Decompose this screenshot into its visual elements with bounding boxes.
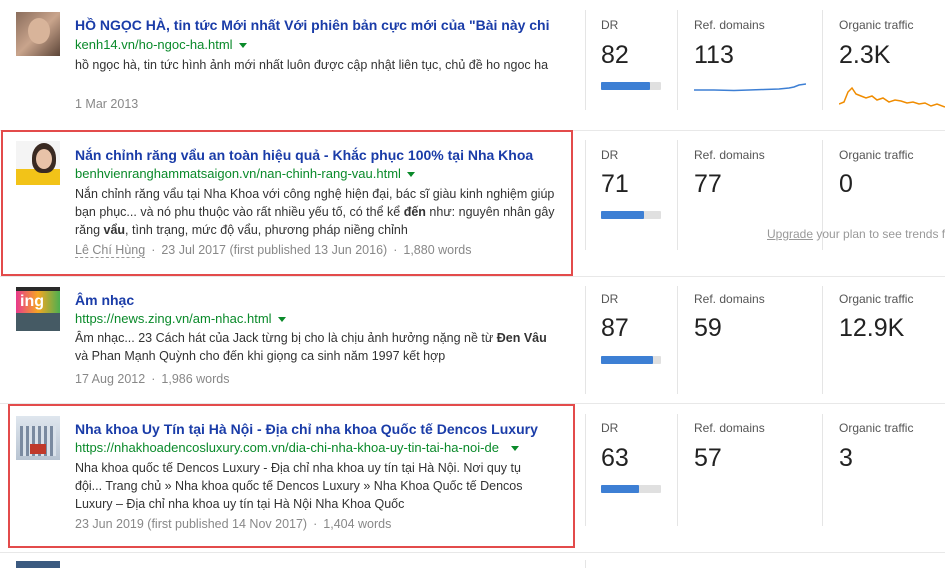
divider — [822, 286, 823, 394]
divider — [585, 560, 586, 568]
dr-value: 63 — [601, 444, 629, 472]
dr-value: 82 — [601, 41, 629, 69]
result-date: 17 Aug 2012 — [75, 372, 146, 386]
dr-label: DR — [601, 148, 619, 162]
result-url[interactable]: kenh14.vn/ho-ngoc-ha.html — [75, 37, 247, 53]
chevron-down-icon[interactable] — [238, 43, 247, 49]
dr-bar-fill — [601, 356, 654, 364]
ref-domains-value: 57 — [694, 444, 722, 472]
result-meta: 17 Aug 2012 · 1,986 words — [75, 372, 230, 386]
organic-traffic-value: 3 — [839, 444, 853, 472]
divider — [585, 10, 586, 110]
ref-domains-value: 77 — [694, 170, 722, 198]
organic-traffic-value: 0 — [839, 170, 853, 198]
dr-bar — [601, 356, 661, 364]
highlight-box — [1, 130, 573, 276]
result-snippet: Âm nhạc... 23 Cách hát của Jack từng bị … — [75, 331, 547, 363]
organic-traffic-value: 12.9K — [839, 314, 905, 342]
thumbnail-image — [16, 12, 60, 56]
dr-bar-fill — [601, 211, 644, 219]
divider — [677, 140, 678, 250]
divider — [585, 286, 586, 394]
ref-domains-label: Ref. domains — [694, 421, 765, 435]
thumbnail-image — [16, 561, 60, 568]
divider — [677, 10, 678, 110]
dr-value: 87 — [601, 314, 629, 342]
divider — [822, 414, 823, 526]
organic-traffic-sparkline — [839, 86, 945, 108]
row-separator — [0, 552, 945, 553]
dr-bar — [601, 211, 661, 219]
ref-domains-label: Ref. domains — [694, 148, 765, 162]
chevron-down-icon[interactable] — [277, 317, 286, 323]
organic-traffic-label: Organic traffic — [839, 421, 914, 435]
divider — [585, 140, 586, 250]
divider — [677, 286, 678, 394]
dr-label: DR — [601, 421, 619, 435]
highlight-box — [8, 404, 575, 548]
upgrade-notice: Upgrade your plan to see trends f — [767, 227, 945, 241]
dr-value: 71 — [601, 170, 629, 198]
ref-domains-label: Ref. domains — [694, 292, 765, 306]
divider — [585, 414, 586, 526]
thumbnail-image: ing — [16, 287, 60, 331]
organic-traffic-label: Organic traffic — [839, 18, 914, 32]
dr-bar — [601, 82, 661, 90]
result-url[interactable]: https://news.zing.vn/am-nhac.html — [75, 311, 286, 327]
ref-domains-label: Ref. domains — [694, 18, 765, 32]
ref-domains-value: 113 — [694, 41, 734, 69]
ref-domains-sparkline — [694, 83, 806, 92]
word-count: 1,986 words — [161, 372, 230, 386]
result-date: 1 Mar 2013 — [75, 97, 139, 111]
organic-traffic-value: 2.3K — [839, 41, 891, 69]
divider — [822, 10, 823, 110]
ref-domains-value: 59 — [694, 314, 722, 342]
dr-bar-fill — [601, 485, 639, 493]
result-title[interactable]: HỒ NGỌC HÀ, tin tức Mới nhất Với phiên b… — [75, 17, 553, 34]
dr-bar — [601, 485, 661, 493]
dr-label: DR — [601, 18, 619, 32]
row-separator — [0, 276, 945, 277]
organic-traffic-label: Organic traffic — [839, 292, 914, 306]
upgrade-link[interactable]: Upgrade — [767, 227, 813, 241]
dr-label: DR — [601, 292, 619, 306]
organic-traffic-label: Organic traffic — [839, 148, 914, 162]
result-title[interactable]: Âm nhạc — [75, 292, 553, 309]
dr-bar-fill — [601, 82, 651, 90]
divider — [677, 414, 678, 526]
result-snippet: hồ ngọc hà, tin tức hình ảnh mới nhất lu… — [75, 58, 549, 72]
